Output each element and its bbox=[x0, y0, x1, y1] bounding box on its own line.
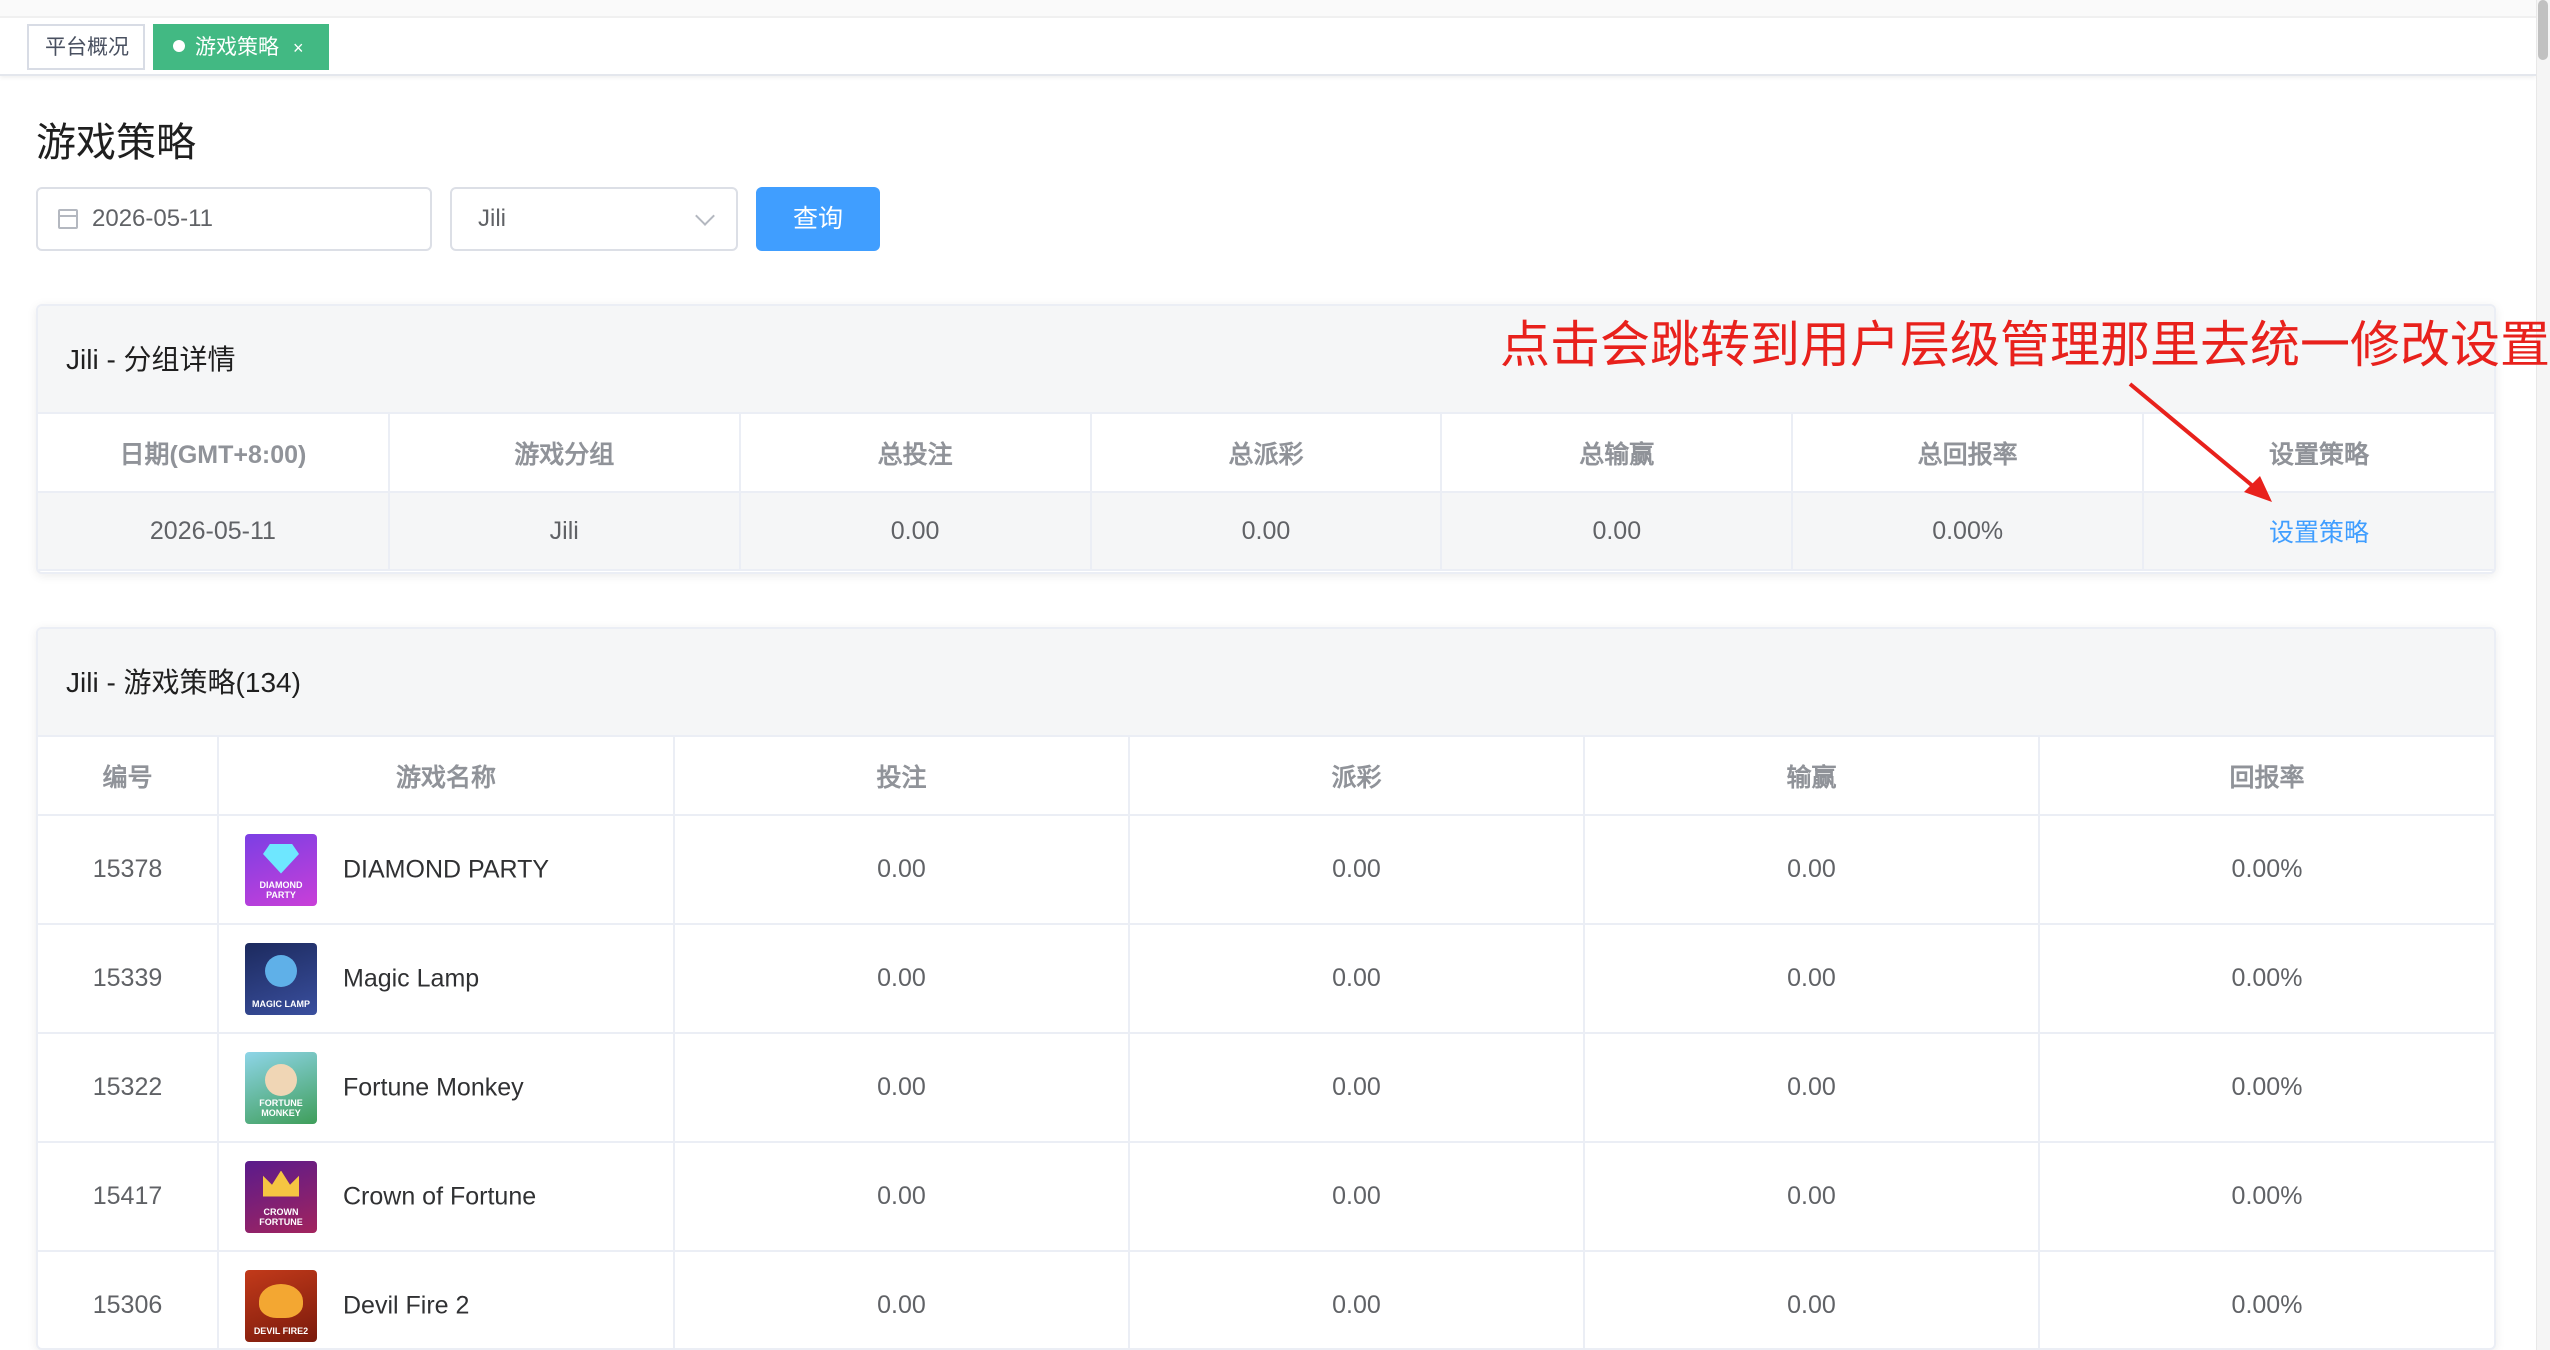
provider-value: Jili bbox=[478, 205, 506, 232]
cell-game-name: DIAMOND PARTY DIAMOND PARTY bbox=[218, 815, 675, 925]
game-name: Fortune Monkey bbox=[343, 1073, 524, 1101]
cell-payout: 0.00 bbox=[1129, 815, 1585, 925]
top-border bbox=[0, 0, 2536, 18]
table-row: 15417 CROWN FORTUNE Crown of Fortune 0.0… bbox=[38, 1142, 2494, 1252]
cell-game-name: DEVIL FIRE2 Devil Fire 2 bbox=[218, 1251, 675, 1348]
column-header: 游戏名称 bbox=[218, 737, 675, 816]
table-row: 15339 MAGIC LAMP Magic Lamp 0.00 0.00 0.… bbox=[38, 924, 2494, 1034]
vertical-scrollbar[interactable] bbox=[2536, 0, 2550, 1350]
table-header-row: 编号 游戏名称 投注 派彩 输赢 回报率 bbox=[38, 737, 2494, 816]
calendar-icon bbox=[58, 209, 78, 229]
tab-label: 游戏策略 bbox=[195, 36, 279, 59]
cell-total-payout: 0.00 bbox=[1090, 492, 1443, 571]
cell-rtp: 0.00% bbox=[2039, 1142, 2494, 1252]
cell-bet: 0.00 bbox=[674, 1142, 1130, 1252]
thumbnail-label: MAGIC LAMP bbox=[252, 998, 310, 1009]
cell-game-name: FORTUNE MONKEY Fortune Monkey bbox=[218, 1033, 675, 1143]
cell-total-bet: 0.00 bbox=[739, 492, 1092, 571]
thumbnail-label: DIAMOND PARTY bbox=[259, 879, 303, 900]
game-thumbnail: DIAMOND PARTY bbox=[245, 833, 317, 906]
date-picker[interactable]: 2026-05-11 bbox=[36, 187, 432, 251]
tab-platform-overview[interactable]: 平台概况 bbox=[27, 24, 145, 70]
annotation-arrow-icon bbox=[2128, 382, 2272, 502]
fire-pot-icon bbox=[259, 1283, 303, 1318]
annotation-text: 点击会跳转到用户层级管理那里去统一修改设置 bbox=[1500, 317, 2550, 373]
tab-game-strategy[interactable]: 游戏策略 × bbox=[153, 24, 329, 70]
cell-payout: 0.00 bbox=[1129, 924, 1585, 1034]
cell-winloss: 0.00 bbox=[1584, 924, 2040, 1034]
cell-bet: 0.00 bbox=[674, 1033, 1130, 1143]
column-header: 日期(GMT+8:00) bbox=[38, 414, 390, 493]
scrollbar-thumb[interactable] bbox=[2538, 0, 2548, 60]
cell-date: 2026-05-11 bbox=[38, 492, 390, 571]
date-value: 2026-05-11 bbox=[92, 205, 213, 232]
thumbnail-label: DEVIL FIRE2 bbox=[253, 1325, 309, 1336]
cell-rtp: 0.00% bbox=[2039, 1251, 2494, 1348]
cell-rtp: 0.00% bbox=[2039, 1033, 2494, 1143]
cell-id: 15417 bbox=[38, 1142, 219, 1252]
column-header: 总派彩 bbox=[1090, 414, 1443, 493]
monkey-icon bbox=[265, 1063, 297, 1096]
game-thumbnail: FORTUNE MONKEY bbox=[245, 1051, 317, 1124]
game-table: 编号 游戏名称 投注 派彩 输赢 回报率 15378 DIAMOND PARTY… bbox=[38, 737, 2494, 1348]
cell-group: Jili bbox=[388, 492, 741, 571]
column-header: 输赢 bbox=[1584, 737, 2040, 816]
card-title: Jili - 游戏策略(134) bbox=[38, 629, 2494, 737]
diamond-icon bbox=[263, 843, 299, 874]
column-header: 投注 bbox=[674, 737, 1130, 816]
column-header: 编号 bbox=[38, 737, 219, 816]
active-dot-icon bbox=[173, 40, 185, 53]
cell-winloss: 0.00 bbox=[1584, 815, 2040, 925]
table-row: 15378 DIAMOND PARTY DIAMOND PARTY 0.00 0… bbox=[38, 815, 2494, 925]
cell-bet: 0.00 bbox=[674, 1251, 1130, 1348]
provider-select[interactable]: Jili bbox=[450, 187, 738, 251]
column-header: 游戏分组 bbox=[388, 414, 741, 493]
cell-payout: 0.00 bbox=[1129, 1251, 1585, 1348]
thumbnail-label: FORTUNE MONKEY bbox=[259, 1097, 303, 1118]
tab-label: 平台概况 bbox=[45, 36, 129, 59]
cell-rtp: 0.00% bbox=[2039, 815, 2494, 925]
column-header: 回报率 bbox=[2039, 737, 2494, 816]
cell-payout: 0.00 bbox=[1129, 1033, 1585, 1143]
cell-id: 15378 bbox=[38, 815, 219, 925]
game-name: Magic Lamp bbox=[343, 964, 480, 992]
crown-icon bbox=[263, 1170, 299, 1197]
genie-icon bbox=[265, 954, 297, 987]
cell-game-name: MAGIC LAMP Magic Lamp bbox=[218, 924, 675, 1034]
table-row: 15306 DEVIL FIRE2 Devil Fire 2 0.00 0.00… bbox=[38, 1251, 2494, 1348]
table-row: 15322 FORTUNE MONKEY Fortune Monkey 0.00… bbox=[38, 1033, 2494, 1143]
cell-payout: 0.00 bbox=[1129, 1142, 1585, 1252]
cell-total-winloss: 0.00 bbox=[1441, 492, 1794, 571]
cell-id: 15322 bbox=[38, 1033, 219, 1143]
cell-rtp: 0.00% bbox=[2039, 924, 2494, 1034]
game-thumbnail: MAGIC LAMP bbox=[245, 942, 317, 1015]
game-name: DIAMOND PARTY bbox=[343, 855, 550, 883]
cell-id: 15306 bbox=[38, 1251, 219, 1348]
thumbnail-label: CROWN FORTUNE bbox=[259, 1206, 303, 1227]
page-title: 游戏策略 bbox=[36, 121, 196, 165]
cell-bet: 0.00 bbox=[674, 815, 1130, 925]
column-header: 派彩 bbox=[1129, 737, 1585, 816]
close-icon[interactable]: × bbox=[293, 26, 304, 70]
game-strategy-card: Jili - 游戏策略(134) 编号 游戏名称 投注 派彩 输赢 回报率 15… bbox=[36, 627, 2496, 1350]
column-header: 总输赢 bbox=[1441, 414, 1794, 493]
cell-winloss: 0.00 bbox=[1584, 1251, 2040, 1348]
cell-game-name: CROWN FORTUNE Crown of Fortune bbox=[218, 1142, 675, 1252]
column-header: 总回报率 bbox=[1792, 414, 2145, 493]
chevron-down-icon bbox=[695, 206, 715, 226]
tags-view-bar: 平台概况 游戏策略 × bbox=[0, 0, 2536, 76]
cell-winloss: 0.00 bbox=[1584, 1033, 2040, 1143]
column-header: 总投注 bbox=[739, 414, 1092, 493]
query-button[interactable]: 查询 bbox=[756, 187, 880, 251]
game-thumbnail: DEVIL FIRE2 bbox=[245, 1269, 317, 1342]
cell-winloss: 0.00 bbox=[1584, 1142, 2040, 1252]
game-name: Devil Fire 2 bbox=[343, 1291, 470, 1319]
cell-bet: 0.00 bbox=[674, 924, 1130, 1034]
game-thumbnail: CROWN FORTUNE bbox=[245, 1160, 317, 1233]
cell-total-rtp: 0.00% bbox=[1792, 492, 2145, 571]
cell-id: 15339 bbox=[38, 924, 219, 1034]
game-name: Crown of Fortune bbox=[343, 1182, 537, 1210]
